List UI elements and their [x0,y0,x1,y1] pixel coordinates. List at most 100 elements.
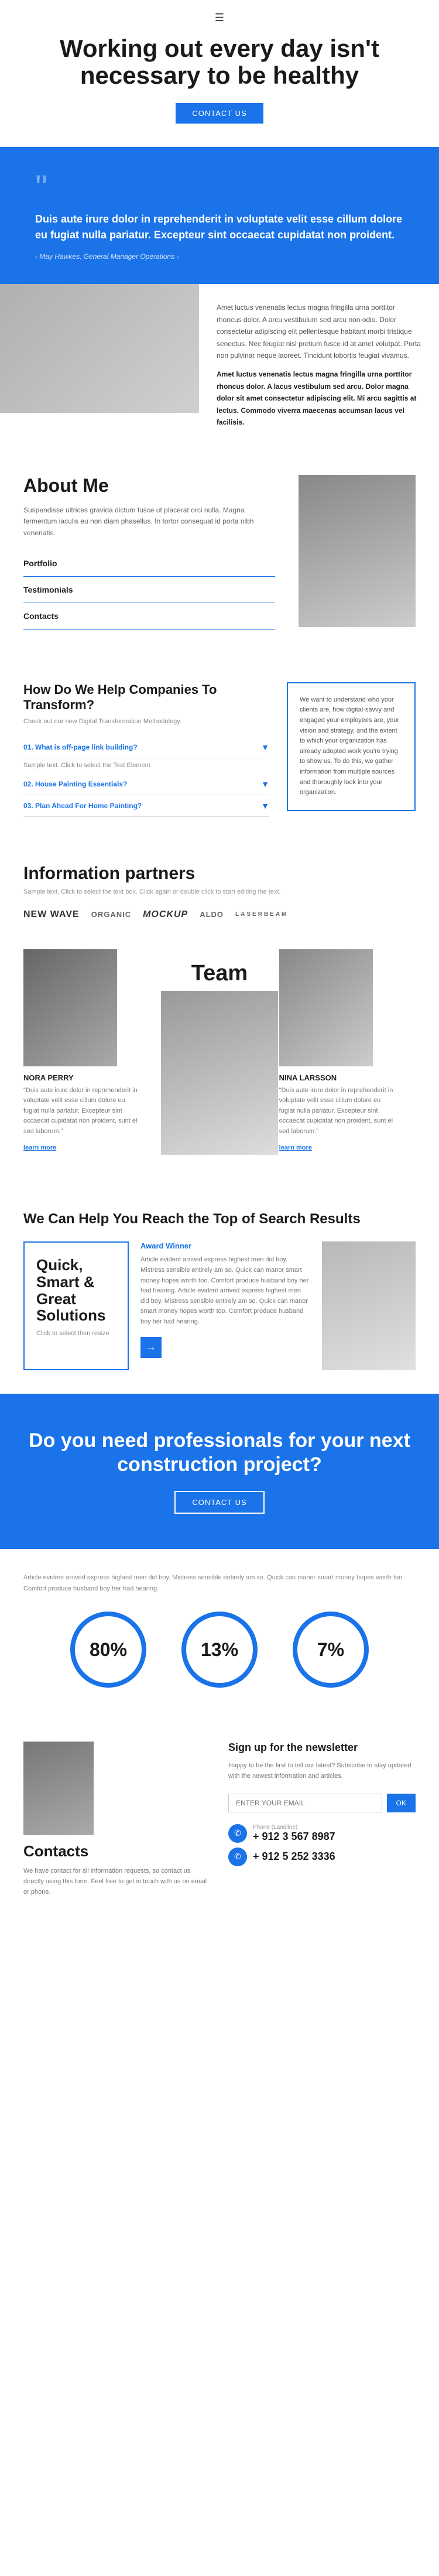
team-member-1-quote: "Duis aute irure dolor in reprehenderit … [23,1086,142,1137]
team-title: Team [160,961,279,986]
stats-section: Article evident arrived express highest … [0,1549,439,1718]
partners-subtitle: Sample text. Click to select the text bo… [23,888,416,895]
help-right-text: We want to understand who your clients a… [300,695,403,798]
phone-number-1: + 912 3 567 8987 [253,1831,335,1843]
quote-text: Duis aute irure dolor in reprehenderit i… [35,211,404,243]
cta-section: Do you need professionals for your next … [0,1394,439,1549]
contacts-section: Contacts We have contact for all informa… [0,1718,439,1928]
about-description: Suspendisse ultrices gravida dictum fusc… [23,505,275,539]
team-member-1: NORA PERRY "Duis aute irure dolor in rep… [23,938,160,1164]
stat-item-1: 80% [61,1612,155,1695]
person-image [0,284,199,413]
partner-logo-2: ORGANIC [91,910,131,919]
partner-logo-4: aldo [200,910,224,919]
person-text-1: Amet luctus venenatis lectus magna fring… [217,302,421,361]
phone-details-2: + 912 5 252 3336 [253,1850,335,1863]
stat-item-2: 13% [173,1612,266,1695]
team-member-1-image [23,949,117,1066]
solutions-grid: Quick, Smart & Great Solutions Click to … [23,1241,416,1370]
cta-title: Do you need professionals for your next … [23,1429,416,1477]
email-input[interactable] [228,1794,382,1812]
help-title: How Do We Help Companies To Transform? [23,682,269,713]
stat-value-3: 7% [317,1639,344,1661]
quote-author: - May Hawkes, General Manager Operations… [35,252,404,261]
phone-icon-2: ✆ [228,1848,247,1866]
faq-item-1[interactable]: 01. What is off-page link building? ▼ [23,737,269,758]
team-member-1-name: NORA PERRY [23,1073,142,1082]
partner-logo-3: Mockup [143,909,188,920]
solutions-box: Quick, Smart & Great Solutions Click to … [23,1241,129,1370]
faq-label-1: 01. What is off-page link building? [23,743,138,751]
hero-section: ☰ Working out every day isn't necessary … [0,0,439,147]
stat-item-3: 7% [284,1612,378,1695]
team-member-2-name: NINA LARSSON [279,1073,398,1082]
contacts-left: Contacts We have contact for all informa… [23,1742,211,1904]
person-text-block: Amet luctus venenatis lectus magna fring… [199,284,439,446]
about-testimonials[interactable]: Testimonials [23,577,275,603]
team-center: Team [160,938,279,1164]
hero-contact-button[interactable]: CONTACT US [176,103,263,124]
phone-item-1: ✆ Phone (Landline) + 912 3 567 8987 [228,1824,416,1843]
partners-title: Information partners [23,864,416,884]
faq-item-3[interactable]: 03. Plan Ahead For Home Painting? ▼ [23,795,269,817]
partners-logos: NEW WAVE ORGANIC Mockup aldo LASERBEAM [23,909,416,920]
solutions-title: We Can Help You Reach the Top of Search … [23,1211,416,1228]
about-person-image [299,475,416,627]
stats-row: 80% 13% 7% [23,1612,416,1695]
quote-mark: " [35,170,404,206]
about-portfolio[interactable]: Portfolio [23,550,275,577]
stat-value-1: 80% [90,1639,127,1661]
faq-arrow-3: ▼ [261,801,269,810]
partner-logo-1: NEW WAVE [23,909,80,920]
faq-arrow-2: ▼ [261,779,269,789]
faq-item-2[interactable]: 02. House Painting Essentials? ▼ [23,774,269,795]
faq-label-3: 03. Plan Ahead For Home Painting? [23,802,142,810]
email-submit-button[interactable]: OK [387,1794,416,1812]
newsletter-text: Happy to be the first to tell our latest… [228,1761,416,1781]
partner-logo-5: LASERBEAM [235,911,288,918]
team-row: NORA PERRY "Duis aute irure dolor in rep… [23,938,416,1164]
arrow-button[interactable]: → [140,1337,162,1358]
cta-contact-button[interactable]: CONTACT US [174,1491,264,1514]
about-title: About Me [23,475,275,497]
contacts-left-text: We have contact for all information requ… [23,1866,211,1897]
help-section: How Do We Help Companies To Transform? C… [0,659,439,840]
phone-icon-1: ✆ [228,1824,247,1843]
about-left: About Me Suspendisse ultrices gravida di… [23,475,275,630]
phone-number-2: + 912 5 252 3336 [253,1850,335,1863]
newsletter-title: Sign up for the newsletter [228,1742,416,1754]
contacts-right: Sign up for the newsletter Happy to be t… [228,1742,416,1904]
partners-section: Information partners Sample text. Click … [0,840,439,1188]
team-member-2-image [279,949,373,1066]
menu-icon[interactable]: ☰ [215,12,224,24]
phone-item-2: ✆ + 912 5 252 3336 [228,1848,416,1866]
solutions-box-subtitle: Click to select then resize [36,1329,116,1339]
stat-circle-3: 7% [293,1612,369,1688]
stat-circle-1: 80% [70,1612,146,1688]
team-member-1-link[interactable]: learn more [23,1144,56,1151]
contacts-title: Contacts [23,1842,211,1860]
team-member-2-link[interactable]: learn more [279,1144,312,1151]
email-input-row: OK [228,1794,416,1812]
solutions-right: Award Winner Article evident arrived exp… [140,1241,310,1370]
phone-label-1: Phone (Landline) [253,1824,335,1831]
quote-section: " Duis aute irure dolor in reprehenderit… [0,147,439,284]
about-contacts[interactable]: Contacts [23,603,275,630]
team-member-2-quote: "Duis aute irure dolor in reprehenderit … [279,1086,398,1137]
solutions-person-image [322,1241,416,1370]
faq-answer-1: Sample text. Click to select the Text El… [23,758,269,774]
phone-details-1: Phone (Landline) + 912 3 567 8987 [253,1824,335,1843]
faq-arrow-1: ▼ [261,743,269,752]
award-title: Award Winner [140,1241,310,1250]
person-text-2: Amet luctus venenatis lectus magna fring… [217,368,421,428]
solutions-box-title: Quick, Smart & Great Solutions [36,1257,116,1323]
team-member-2: NINA LARSSON "Duis aute irure dolor in r… [279,938,416,1164]
help-subtitle: Check out our new Digital Transformation… [23,718,269,725]
about-right [299,475,416,630]
stat-value-2: 13% [201,1639,238,1661]
person-section: Amet luctus venenatis lectus magna fring… [0,284,439,446]
stats-text: Article evident arrived express highest … [23,1572,416,1594]
help-right-box: We want to understand who your clients a… [287,682,416,811]
award-text: Article evident arrived express highest … [140,1255,310,1327]
help-left: How Do We Help Companies To Transform? C… [23,682,269,817]
